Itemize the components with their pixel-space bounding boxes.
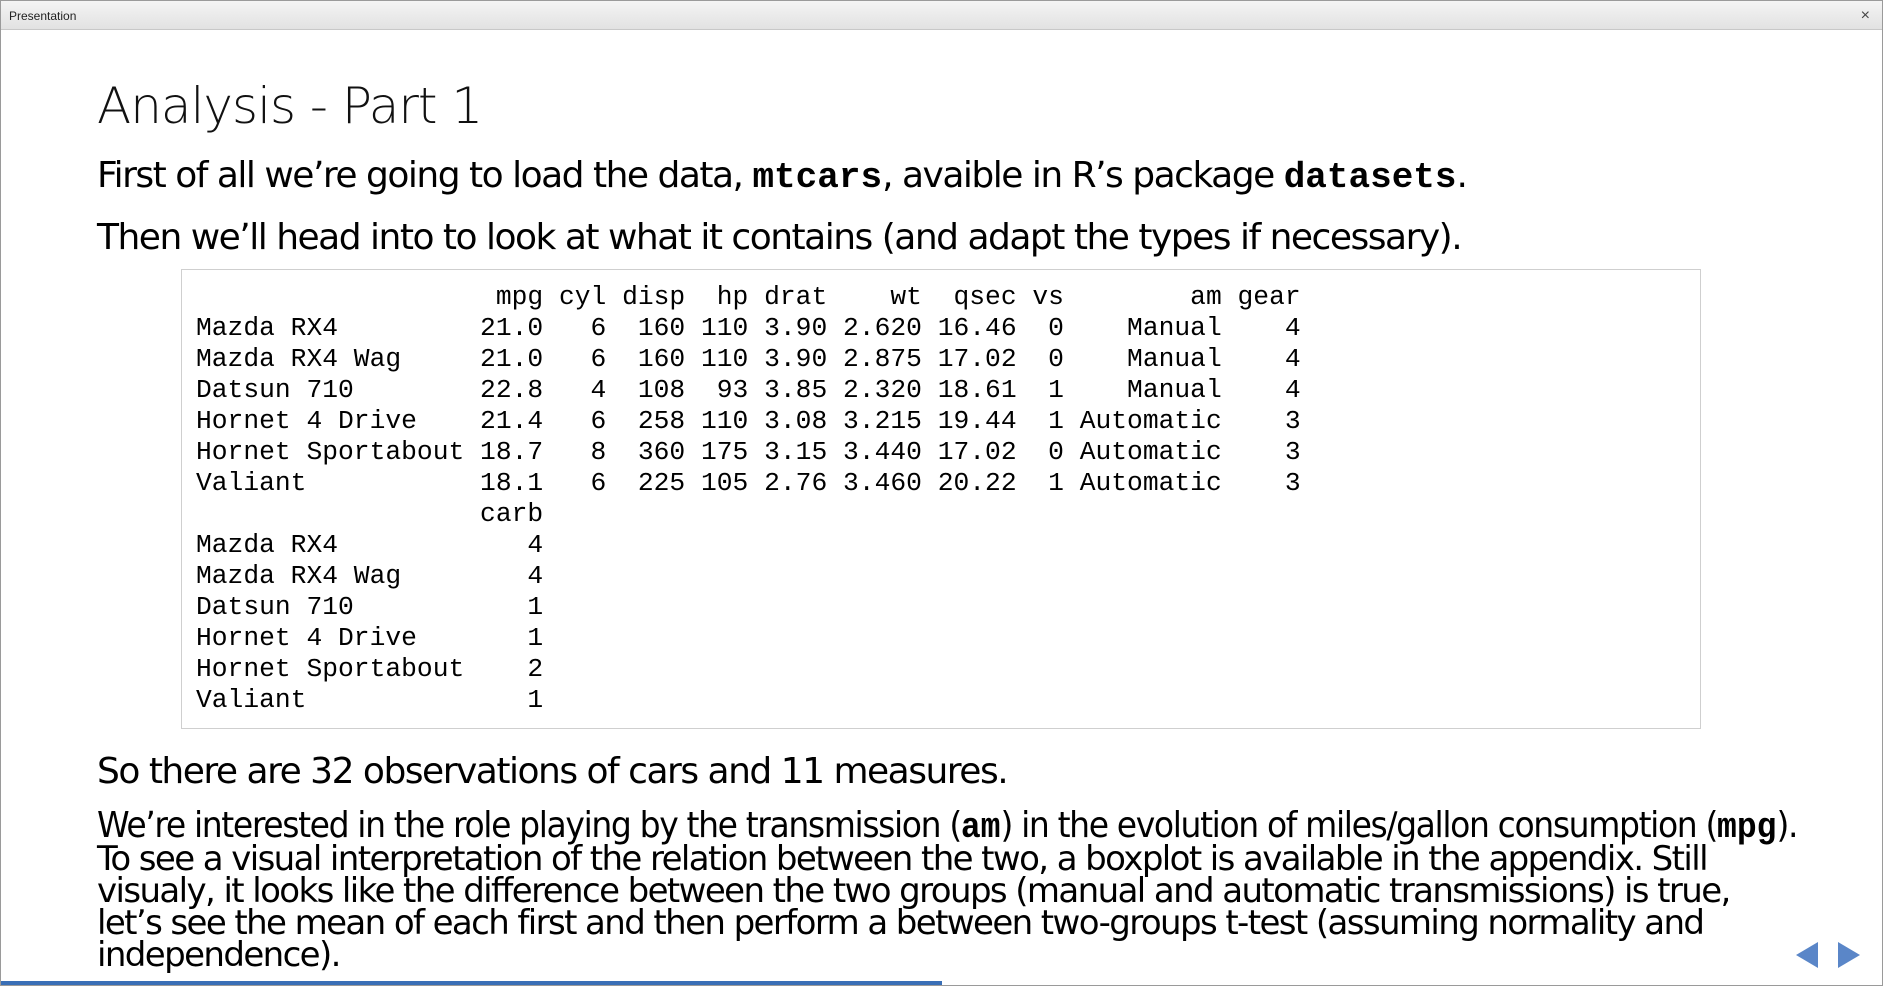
paragraph-load-data: First of all we’re going to load the dat…: [97, 155, 1468, 198]
title-bar[interactable]: Presentation ×: [1, 1, 1882, 30]
window-title: Presentation: [9, 9, 77, 23]
close-icon[interactable]: ×: [1861, 7, 1870, 25]
text-segment: ).: [1776, 805, 1798, 846]
paragraph-inspect: Then we’ll head into to look at what it …: [97, 217, 1463, 258]
paragraph-visual-interpretation: To see a visual interpretation of the re…: [97, 839, 1731, 975]
code-output-box: mpg cyl disp hp drat wt qsec vs am gear …: [181, 269, 1701, 729]
inline-code: datasets: [1283, 157, 1457, 198]
inline-code: mtcars: [752, 157, 883, 198]
triangle-left-icon[interactable]: [1795, 942, 1818, 968]
text-segment: , avaible in R’s package: [882, 155, 1284, 196]
presentation-window: Presentation × Analysis - Part 1 First o…: [0, 0, 1883, 986]
paragraph-observations: So there are 32 observations of cars and…: [97, 751, 1009, 792]
text-segment: First of all we’re going to load the dat…: [97, 155, 753, 196]
progress-bar: [1, 981, 942, 985]
slide-navigation: [1780, 942, 1860, 973]
inline-code: mpg: [1716, 807, 1777, 848]
code-output: mpg cyl disp hp drat wt qsec vs am gear …: [196, 282, 1301, 715]
triangle-right-icon[interactable]: [1838, 942, 1860, 968]
slide-title: Analysis - Part 1: [97, 77, 483, 135]
text-segment: .: [1456, 155, 1468, 196]
slide-content: Analysis - Part 1 First of all we’re goi…: [97, 71, 1842, 972]
